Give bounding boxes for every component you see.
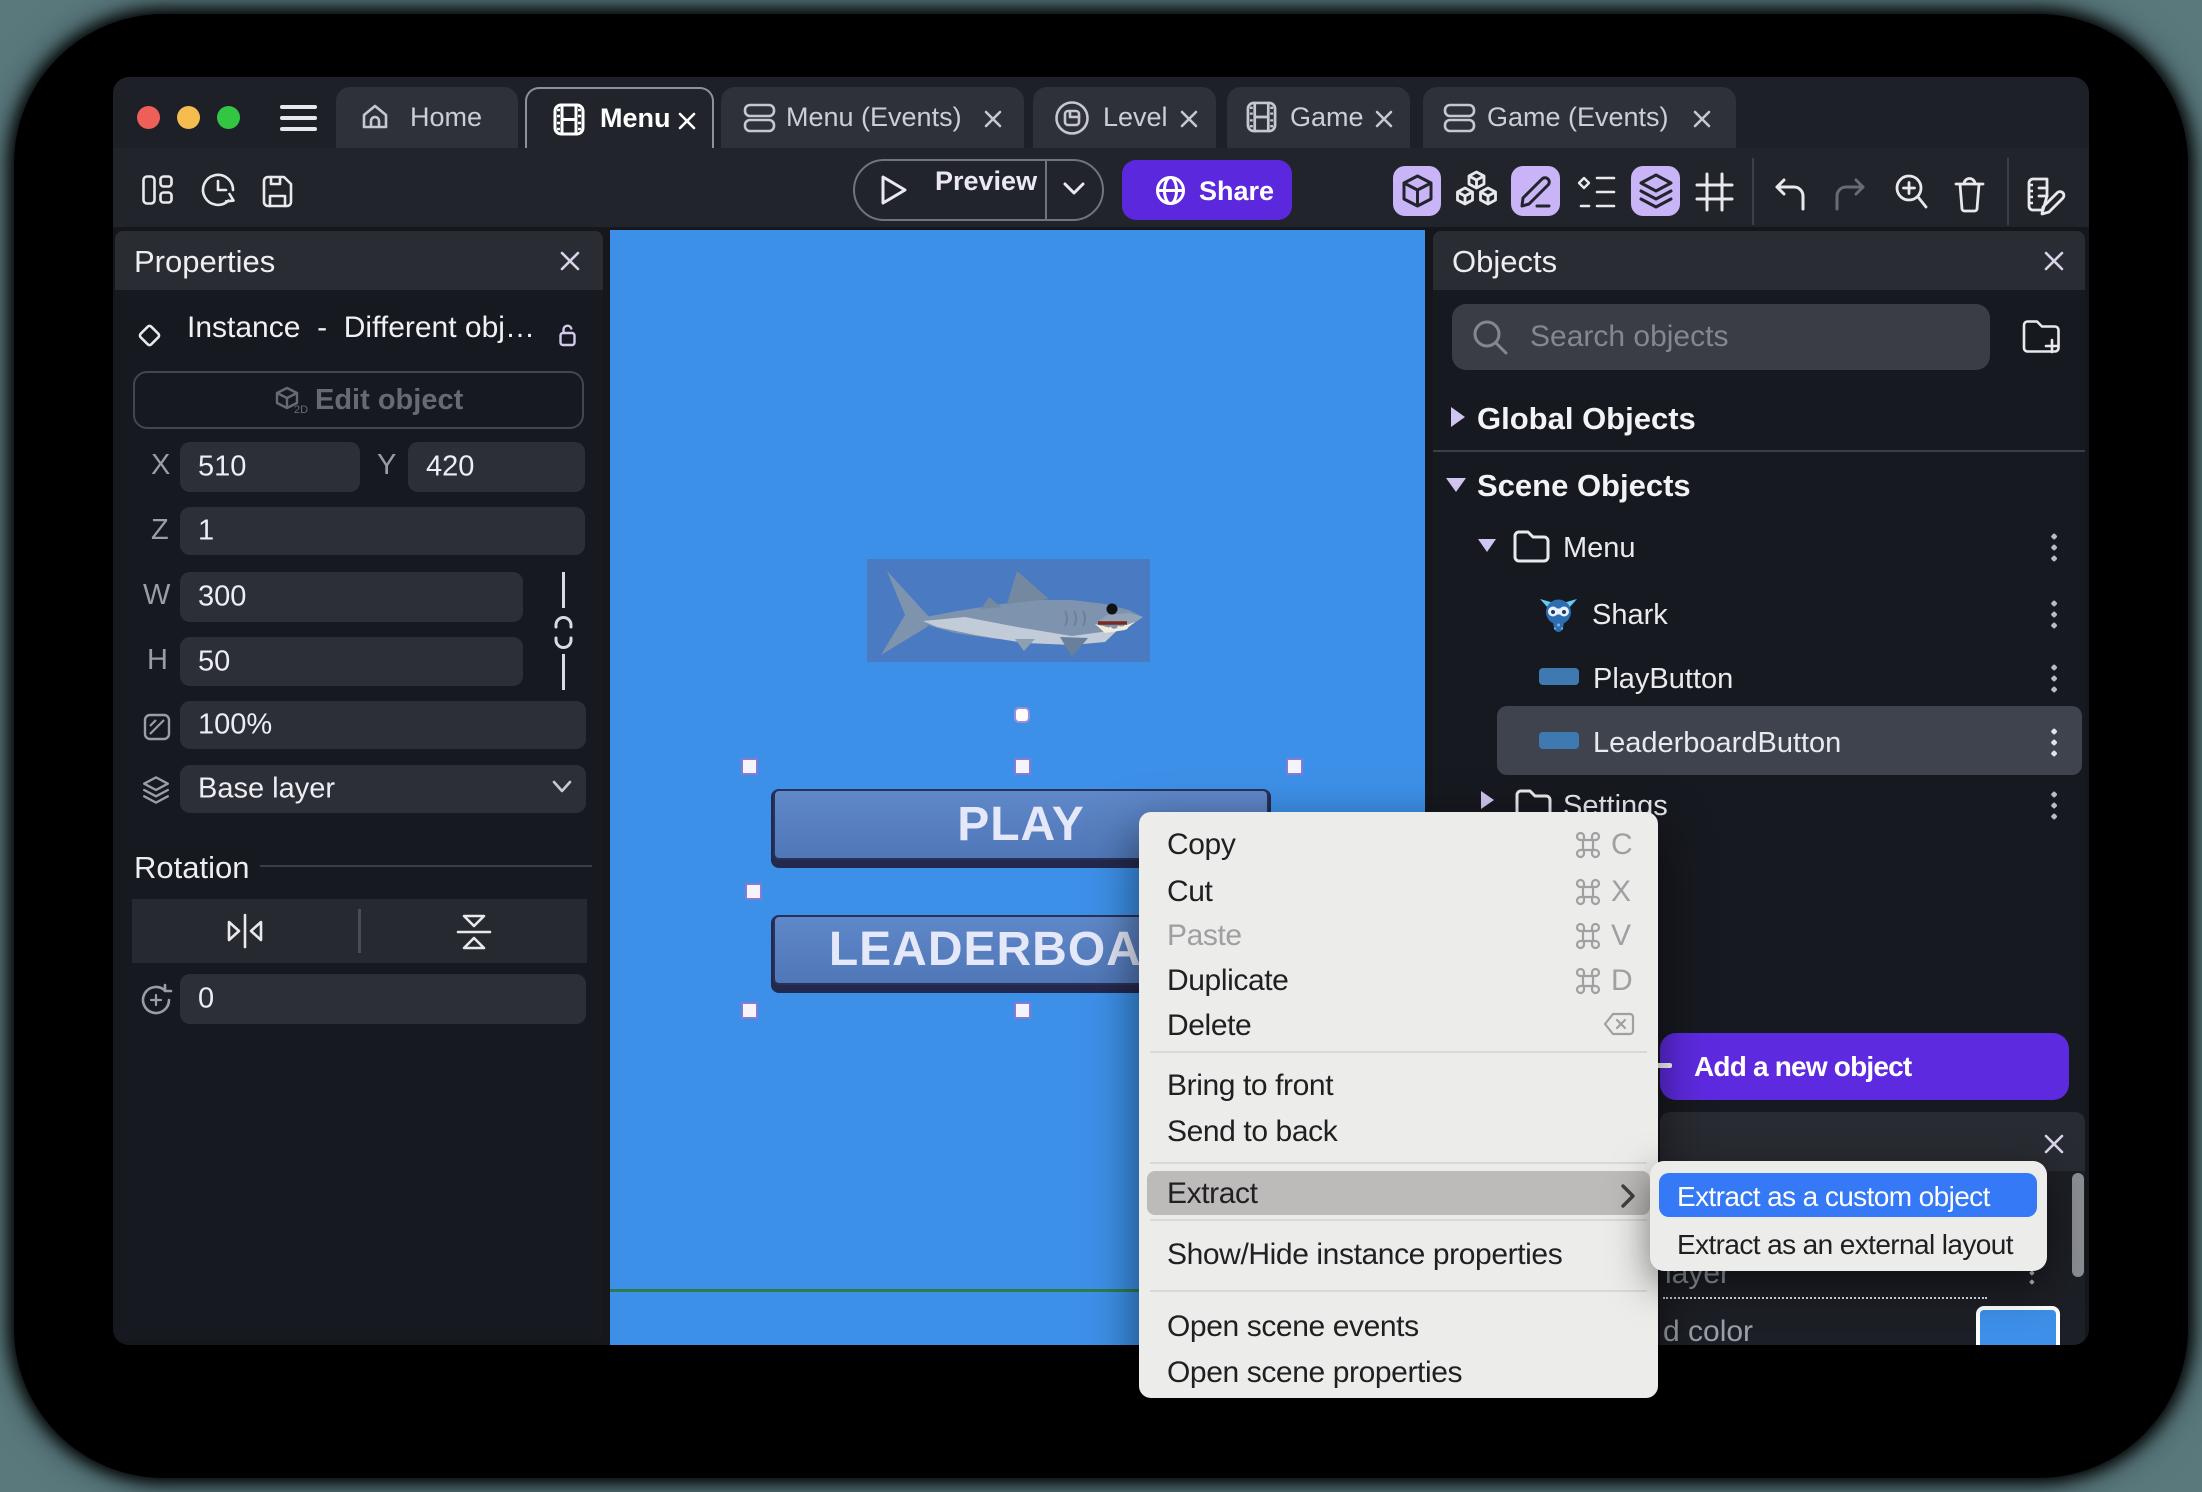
- svg-text:2D: 2D: [294, 404, 308, 416]
